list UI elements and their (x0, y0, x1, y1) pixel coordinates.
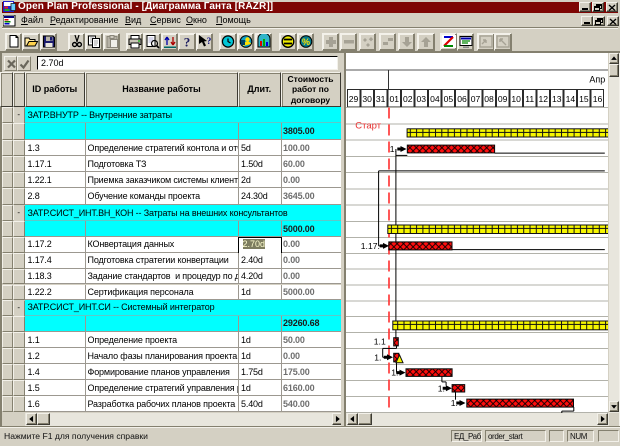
svg-text:?: ? (184, 35, 191, 50)
svg-text:Старт: Старт (355, 120, 381, 131)
svg-text:%: % (301, 37, 309, 47)
svg-text:1.: 1. (389, 144, 396, 154)
svg-text:1.: 1. (391, 367, 398, 377)
svg-text:1.: 1. (374, 352, 381, 362)
svg-text:1.: 1. (437, 383, 444, 393)
svg-text:?: ? (206, 36, 211, 46)
svg-text:1.1: 1.1 (373, 336, 385, 346)
svg-text:1.: 1. (450, 398, 457, 408)
svg-text:1.17.: 1.17. (360, 240, 379, 250)
